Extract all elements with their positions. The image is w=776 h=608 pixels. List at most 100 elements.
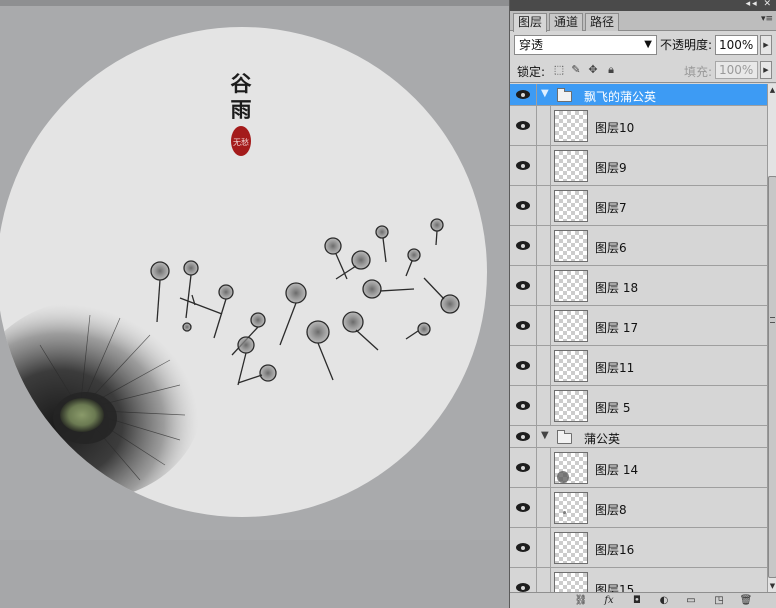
layer-row[interactable]: 图层 18: [510, 266, 767, 306]
tab-channels[interactable]: 通道: [549, 13, 584, 31]
layer-row[interactable]: 图层15: [510, 568, 767, 592]
layer-row[interactable]: 图层 5: [510, 386, 767, 426]
layer-row[interactable]: 图层9: [510, 146, 767, 186]
lock-move-icon[interactable]: ✥: [586, 63, 600, 77]
visibility-toggle[interactable]: [510, 488, 537, 527]
visibility-toggle[interactable]: [510, 226, 537, 265]
layer-name: 图层8: [595, 503, 627, 517]
layer-thumbnail: [554, 492, 588, 524]
eye-icon[interactable]: [516, 241, 530, 250]
layer-name: 图层 5: [595, 401, 631, 415]
opacity-input[interactable]: 100%: [715, 35, 758, 55]
scroll-down-icon[interactable]: ▼: [768, 580, 776, 592]
layer-name: 图层 14: [595, 463, 639, 477]
layer-thumbnail: [554, 532, 588, 564]
expand-triangle-icon[interactable]: ▼: [541, 430, 549, 441]
layer-thumbnail: [554, 190, 588, 222]
visibility-toggle[interactable]: [510, 186, 537, 225]
visibility-toggle[interactable]: [510, 106, 537, 145]
link-layers-icon[interactable]: ⛓: [574, 595, 588, 607]
layer-group-flying-dandelions[interactable]: ▼ 飘飞的蒲公英: [510, 84, 767, 106]
tab-layers[interactable]: 图层: [513, 13, 548, 32]
layer-thumbnail: [554, 110, 588, 142]
eye-icon[interactable]: [516, 161, 530, 170]
layer-name: 图层16: [595, 543, 635, 557]
layer-thumbnail: [554, 390, 588, 422]
layer-name: 图层6: [595, 241, 627, 255]
fill-slider-arrow-icon[interactable]: ▶: [760, 61, 772, 79]
visibility-toggle[interactable]: [510, 346, 537, 385]
visibility-toggle[interactable]: [510, 528, 537, 567]
eye-icon[interactable]: [516, 90, 530, 99]
expand-triangle-icon[interactable]: ▼: [541, 88, 549, 99]
eye-icon[interactable]: [516, 463, 530, 472]
scroll-up-icon[interactable]: ▲: [768, 84, 776, 96]
panel-tabs: 图层 通道 路径 ▾≡: [510, 11, 776, 32]
new-layer-icon[interactable]: ◳: [712, 595, 726, 607]
ink-dandelion-seedhead: [60, 398, 104, 432]
delete-layer-icon[interactable]: 🗑︎: [739, 595, 753, 607]
eye-icon[interactable]: [516, 432, 530, 441]
layer-row[interactable]: 图层16: [510, 528, 767, 568]
lock-all-icon[interactable]: 🔒︎: [604, 63, 618, 77]
lock-paint-icon[interactable]: ✎: [569, 63, 583, 77]
eye-icon[interactable]: [516, 543, 530, 552]
visibility-toggle[interactable]: [510, 266, 537, 305]
visibility-toggle[interactable]: [510, 146, 537, 185]
layer-list[interactable]: ▼ 飘飞的蒲公英 图层10 图层9 图层7 图层6 图层 18 图层 17 图层…: [510, 84, 767, 592]
eye-icon[interactable]: [516, 583, 530, 592]
folder-icon: [557, 430, 572, 444]
panel-titlebar: ◂◂ ✕: [510, 0, 776, 11]
visibility-toggle[interactable]: [510, 306, 537, 345]
layer-row[interactable]: 图层8: [510, 488, 767, 528]
layer-row[interactable]: 图层 14: [510, 448, 767, 488]
visibility-toggle[interactable]: [510, 386, 537, 425]
layer-thumbnail: [554, 452, 588, 484]
adjustment-layer-icon[interactable]: ◐: [657, 595, 671, 607]
add-mask-icon[interactable]: ◘: [630, 595, 644, 607]
layer-row[interactable]: 图层11: [510, 346, 767, 386]
eye-icon[interactable]: [516, 361, 530, 370]
eye-icon[interactable]: [516, 281, 530, 290]
visibility-toggle[interactable]: [510, 84, 537, 105]
panel-menu-icon[interactable]: ▾≡: [761, 14, 773, 24]
layer-name: 图层11: [595, 361, 635, 375]
fill-input[interactable]: 100%: [715, 61, 758, 79]
opacity-slider-arrow-icon[interactable]: ▶: [760, 35, 772, 55]
new-group-icon[interactable]: ▭: [684, 595, 698, 607]
folder-icon: [557, 88, 572, 102]
scrollbar-thumb[interactable]: [768, 176, 776, 578]
eye-icon[interactable]: [516, 201, 530, 210]
lock-transparent-icon[interactable]: ⬚: [552, 63, 566, 77]
layers-panel: ◂◂ ✕ 图层 通道 路径 ▾≡ 穿透 ▼ 不透明度: 100% ▶ 锁定: ⬚…: [509, 0, 776, 608]
artwork-image: 谷 雨 无愁: [0, 27, 487, 517]
eye-icon[interactable]: [516, 121, 530, 130]
layer-name: 图层10: [595, 121, 635, 135]
visibility-toggle[interactable]: [510, 448, 537, 487]
layer-list-scrollbar[interactable]: ▲ ▼: [767, 84, 776, 592]
artwork-title-char-2: 雨: [231, 97, 252, 122]
layer-row[interactable]: 图层6: [510, 226, 767, 266]
layers-bottom-toolbar: ⛓ fx ◘ ◐ ▭ ◳ 🗑︎: [510, 592, 776, 608]
opacity-label: 不透明度:: [660, 38, 713, 52]
seal-stamp-text: 无愁: [233, 137, 249, 147]
layer-row[interactable]: 图层7: [510, 186, 767, 226]
layer-name: 图层 17: [595, 321, 639, 335]
blend-mode-value: 穿透: [519, 38, 544, 52]
blend-mode-select[interactable]: 穿透 ▼: [514, 35, 657, 55]
visibility-toggle[interactable]: [510, 568, 537, 592]
eye-icon[interactable]: [516, 503, 530, 512]
layer-thumbnail: [554, 572, 588, 592]
visibility-toggle[interactable]: [510, 426, 537, 447]
fx-icon[interactable]: fx: [602, 595, 616, 607]
tab-paths[interactable]: 路径: [585, 13, 620, 31]
layer-row[interactable]: 图层 17: [510, 306, 767, 346]
layer-group-dandelion[interactable]: ▼ 蒲公英: [510, 426, 767, 448]
layer-group-name: 飘飞的蒲公英: [584, 90, 657, 104]
layer-row[interactable]: 图层10: [510, 106, 767, 146]
layer-thumbnail: [554, 350, 588, 382]
eye-icon[interactable]: [516, 401, 530, 410]
canvas-area[interactable]: 谷 雨 无愁: [0, 0, 509, 608]
panel-collapse-close-buttons[interactable]: ◂◂ ✕: [746, 0, 773, 9]
eye-icon[interactable]: [516, 321, 530, 330]
